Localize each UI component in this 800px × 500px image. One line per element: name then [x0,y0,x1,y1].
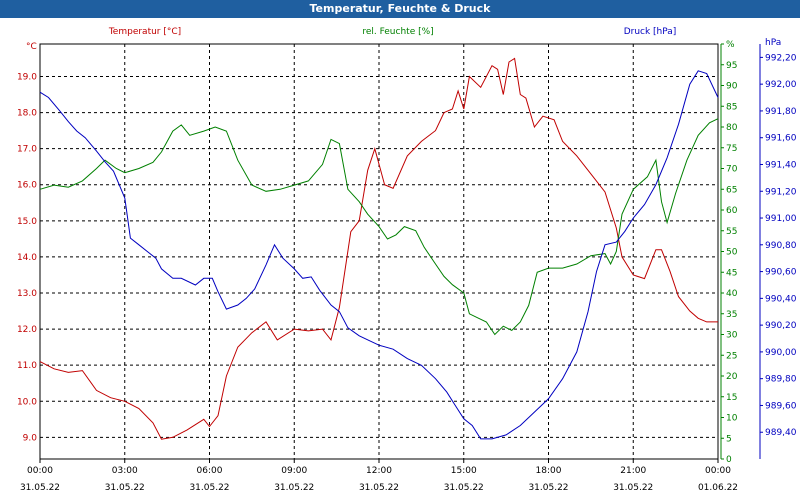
humidity-tick-label: 60 [726,206,738,216]
x-tick-date: 31.05.22 [528,483,568,493]
left-tick-label: 16.0 [17,181,37,191]
humidity-tick-label: 40 [726,289,738,299]
humidity-tick-label: 70 [726,165,738,175]
humidity-tick-label: 50 [726,248,738,258]
pressure-tick-label: hPa [765,38,781,48]
humidity-tick-label: 5 [726,434,732,444]
pressure-tick-label: 991,00 [765,214,797,224]
left-tick-label: 17.0 [17,145,37,155]
x-tick-date: 31.05.22 [444,483,484,493]
left-tick-label: 14.0 [17,253,37,263]
humidity-tick-label: 30 [726,331,738,341]
pressure-tick-label: 989,40 [765,428,797,438]
humidity-tick-label: 15 [726,393,737,403]
chart-title-bar: Temperatur, Feuchte & Druck [0,0,800,18]
pressure-tick-label: 990,40 [765,294,797,304]
left-tick-label: 12.0 [17,325,37,335]
x-tick-date: 01.06.22 [698,483,738,493]
legend-label: rel. Feuchte [%] [362,27,433,37]
left-tick-label: 13.0 [17,289,37,299]
chart-canvas: 9.0 10.0 11.0 12.0 13.0 14.0 15.0 16.0 17.0 18.0 1… [17,27,797,493]
x-axis-labels: 00:00 31.05.22 03:00 31.05.22 06:00 31.05.22 0… [20,459,738,493]
pressure-tick-label: 992,20 [765,53,797,63]
humidity-tick-label: 10 [726,414,738,424]
left-tick-label: 15.0 [17,217,37,227]
x-tick-date: 31.05.22 [20,483,60,493]
x-tick-date: 31.05.22 [189,483,229,493]
humidity-tick-label: 95 [726,61,737,71]
temperature-unit: °C [26,42,37,52]
x-tick-time: 03:00 [112,466,138,476]
pressure-tick-label: 989,80 [765,375,797,385]
left-tick-label: 10.0 [17,397,37,407]
pressure-axis-labels: 989,40 989,60 989,80 990,00 990,20 990,40 990,… [759,38,797,459]
left-tick-label: 9.0 [23,433,38,443]
humidity-tick-label: 45 [726,268,737,278]
x-tick-time: 18:00 [536,466,562,476]
left-tick-label: 11.0 [17,361,37,371]
pressure-tick-label: 990,60 [765,268,797,278]
x-tick-date: 31.05.22 [359,483,399,493]
humidity-tick-label: 90 [726,82,738,92]
legend-label: Druck [hPa] [624,27,677,37]
pressure-tick-label: 990,80 [765,241,797,251]
humidity-tick-label: 0 [726,455,732,465]
humidity-tick-label: 85 [726,102,737,112]
humidity-tick-label: 80 [726,123,738,133]
x-tick-date: 31.05.22 [105,483,145,493]
humidity-axis-labels: 0 5 10 15 20 25 30 35 40 45 50 55 60 65 70 75 80 85 90 95% [720,40,738,465]
x-tick-time: 21:00 [620,466,646,476]
left-tick-label: 18.0 [17,109,37,119]
humidity-tick-label: 35 [726,310,737,320]
x-tick-time: 12:00 [366,466,392,476]
legend-label: Temperatur [°C] [108,27,181,37]
pressure-tick-label: 989,60 [765,401,797,411]
humidity-tick-label: 75 [726,144,737,154]
x-tick-time: 15:00 [451,466,477,476]
pressure-tick-label: 992,00 [765,80,797,90]
x-tick-time: 00:00 [705,466,731,476]
left-axis-labels: 9.0 10.0 11.0 12.0 13.0 14.0 15.0 16.0 17.0 18.0 1… [17,42,37,443]
left-tick-label: 19.0 [17,72,37,82]
x-tick-time: 09:00 [281,466,307,476]
x-tick-time: 00:00 [27,466,53,476]
chart-title: Temperatur, Feuchte & Druck [309,2,491,15]
pressure-tick-label: 991,60 [765,134,797,144]
pressure-tick-label: 990,20 [765,321,797,331]
pressure-tick-label: 991,20 [765,187,797,197]
series-legend: Temperatur [°C] rel. Feuchte [%] Druck [hP… [108,27,676,37]
humidity-tick-label: 25 [726,351,737,361]
humidity-tick-label: 55 [726,227,737,237]
x-tick-time: 06:00 [197,466,223,476]
x-tick-date: 31.05.22 [613,483,653,493]
humidity-tick-label: 20 [726,372,738,382]
pressure-tick-label: 990,00 [765,348,797,358]
pressure-tick-label: 991,80 [765,107,797,117]
pressure-tick-label: 991,40 [765,160,797,170]
humidity-tick-label: 65 [726,185,737,195]
x-tick-date: 31.05.22 [274,483,314,493]
humidity-tick-label: % [726,40,735,50]
